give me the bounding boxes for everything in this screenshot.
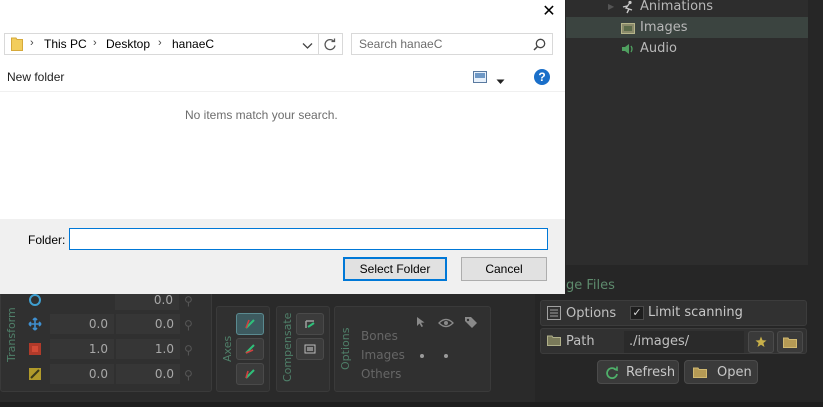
tree-scrollbar[interactable] [808,0,823,265]
axes-world-button[interactable] [236,363,264,385]
options-label: Options [339,327,352,370]
compensate-images-button[interactable] [296,338,324,360]
refresh-button[interactable]: Refresh [597,360,679,384]
translate-y-value[interactable]: 0.0 [116,314,180,334]
eye-icon [438,317,454,331]
new-folder-button[interactable]: New folder [7,70,64,84]
tree-item-audio[interactable]: Audio [566,38,808,59]
folder-icon [621,21,635,35]
command-bar: New folder ? [0,62,565,92]
axes-local-icon [245,319,255,329]
translate-icon[interactable] [24,314,46,334]
option-images: Images [361,348,405,362]
folder-icon [693,366,707,378]
cancel-button[interactable]: Cancel [461,257,547,281]
empty-message: No items match your search. [185,108,338,122]
file-list-area[interactable]: No items match your search. [0,93,565,219]
tree-item-images[interactable]: Images [566,17,808,38]
folder-icon [11,37,23,54]
select-folder-button[interactable]: Select Folder [343,257,447,281]
refresh-icon[interactable] [323,37,337,54]
lock-icon[interactable]: ⚲ [184,294,193,308]
axes-local-button[interactable] [236,313,264,335]
divider [318,34,319,54]
open-button[interactable]: Open [684,360,758,384]
browse-folder-button[interactable] [777,331,803,353]
search-icon[interactable] [533,38,546,54]
view-dropdown-chevron-icon[interactable] [496,74,505,88]
axes-label: Axes [221,335,234,362]
option-images-visible-dot[interactable] [444,354,448,358]
axes-parent-button[interactable] [236,338,264,360]
tree-panel: ▶ Animations Images Audio [566,0,808,265]
timeline-strip [0,402,823,407]
option-images-select-dot[interactable] [420,354,424,358]
favorite-button[interactable] [748,331,774,353]
help-icon[interactable]: ? [534,69,550,85]
lock-icon[interactable]: ⚲ [184,368,193,382]
chevron-down-icon[interactable] [302,39,313,53]
cursor-icon [416,316,426,331]
breadcrumb-chevron-icon[interactable]: › [93,37,97,49]
search-placeholder: Search hanaeC [359,37,443,51]
folder-icon [783,337,797,348]
compensate-images-icon [304,344,316,354]
refresh-icon [605,365,619,379]
breadcrumb-chevron-icon[interactable]: › [30,37,34,49]
tree-item-label: Animations [640,0,714,14]
close-button[interactable]: ✕ [534,1,564,23]
list-icon [547,306,561,323]
star-icon [755,336,767,347]
search-input[interactable]: Search hanaeC [351,33,553,55]
tools-panel: Transform 0.0 ⚲ 0.0 0.0 ⚲ 1.0 1.0 ⚲ 0.0 … [0,290,535,407]
path-input[interactable]: ./images/ [624,331,744,353]
breadcrumb-hanaec[interactable]: hanaeC [172,37,214,51]
translate-x-value[interactable]: 0.0 [50,314,114,334]
select-folder-dialog: ✕ › This PC › Desktop › hanaeC Search ha… [0,0,565,294]
folder-input[interactable] [69,228,548,250]
compensate-bones-button[interactable] [296,313,324,335]
speaker-icon [621,42,635,56]
folder-icon [547,334,561,349]
path-label: Path [566,334,595,349]
transform-label: Transform [5,307,18,362]
scale-y-value[interactable]: 1.0 [116,339,180,359]
shear-icon[interactable] [24,364,46,384]
lock-icon[interactable]: ⚲ [184,343,193,357]
tree-item-label: Audio [640,41,677,56]
axes-world-icon [245,369,255,379]
axes-parent-icon [245,344,255,354]
folder-label: Folder: [28,233,66,247]
breadcrumb-chevron-icon[interactable]: › [158,37,162,49]
option-others: Others [361,367,402,381]
run-icon [621,0,635,14]
option-bones: Bones [361,329,398,343]
shear-x-value[interactable]: 0.0 [50,364,114,384]
options-label: Options [566,306,617,321]
breadcrumb-this-pc[interactable]: This PC [44,37,87,51]
tag-icon [464,316,478,331]
dialog-footer: Folder: Select Folder Cancel [0,219,565,294]
images-panel-title: ge Files [566,278,615,293]
scale-x-value[interactable]: 1.0 [50,339,114,359]
scale-icon[interactable] [24,339,46,359]
address-bar[interactable]: › This PC › Desktop › hanaeC [4,33,343,55]
open-label: Open [717,364,752,380]
limit-scanning-checkbox[interactable]: ✓ [630,306,644,320]
breadcrumb-desktop[interactable]: Desktop [106,37,150,51]
limit-scanning-label: Limit scanning [648,305,743,320]
tree-item-animations[interactable]: ▶ Animations [566,0,808,17]
compensate-bones-icon [305,320,315,328]
lock-icon[interactable]: ⚲ [184,318,193,332]
tree-item-label: Images [640,20,688,35]
compensate-label: Compensate [281,312,294,382]
shear-y-value[interactable]: 0.0 [116,364,180,384]
view-options-icon[interactable] [473,71,487,86]
refresh-label: Refresh [626,364,676,380]
expand-triangle-icon[interactable]: ▶ [608,2,614,11]
